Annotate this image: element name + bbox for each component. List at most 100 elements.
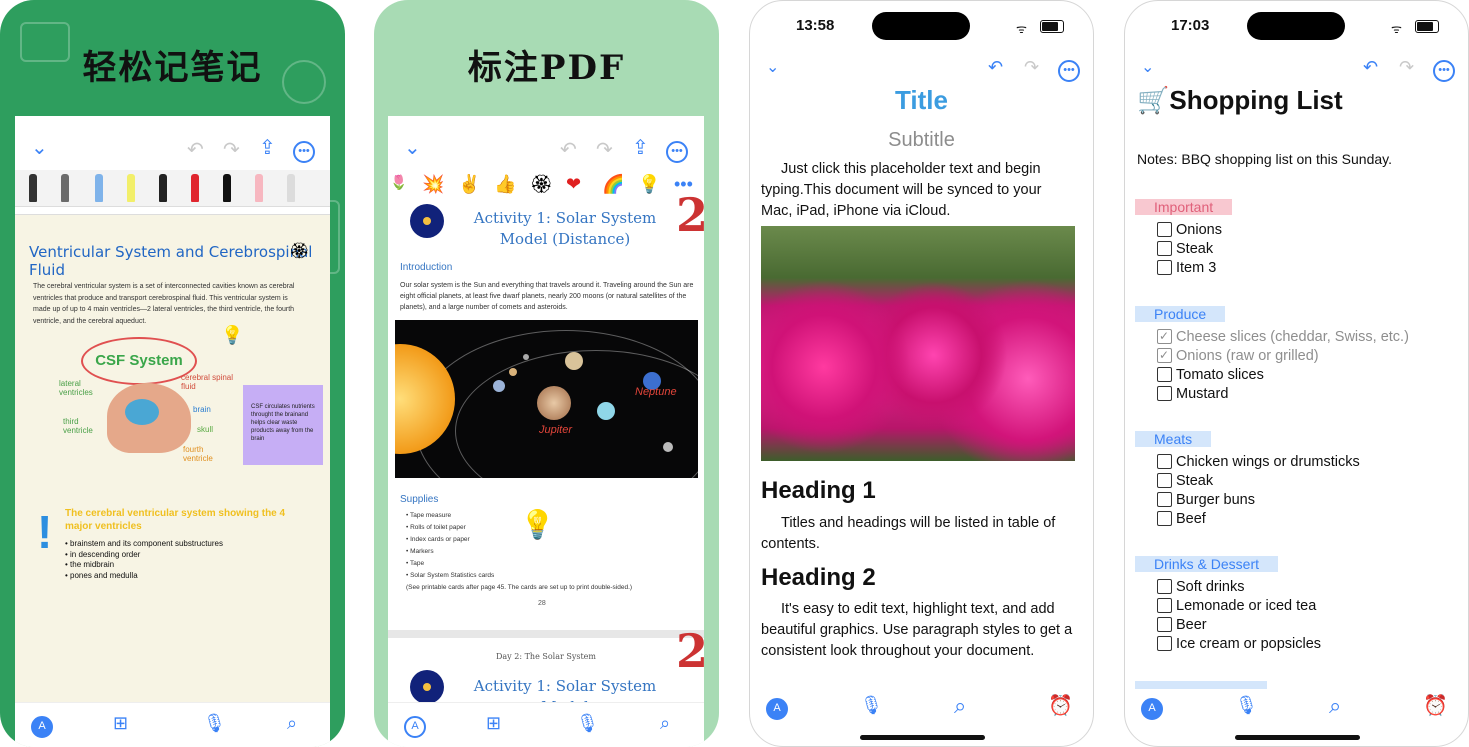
checkbox[interactable]	[1157, 492, 1172, 507]
pen-tool[interactable]	[29, 174, 37, 202]
label-cerebral: cerebral spinal fluid	[181, 373, 234, 391]
bullet-list: • brainstem and its component substructu…	[65, 539, 245, 581]
compass-icon[interactable]: A	[766, 695, 788, 720]
checkbox[interactable]	[1157, 222, 1172, 237]
checkbox[interactable]	[1157, 579, 1172, 594]
checkbox[interactable]	[1157, 367, 1172, 382]
dynamic-island	[872, 12, 970, 40]
marker-tool[interactable]	[159, 174, 167, 202]
label-third: third ventricle	[63, 417, 93, 435]
body-paragraph[interactable]: Just click this placeholder text and beg…	[761, 159, 1075, 222]
new-note-icon[interactable]: ⊞	[113, 713, 128, 734]
mic-icon[interactable]: 🎙	[203, 713, 226, 734]
sticker-icon[interactable]: 💡	[638, 174, 660, 195]
mic-icon[interactable]: 🎙	[860, 695, 883, 716]
new-note-icon[interactable]: ⊞	[486, 713, 501, 734]
share-icon[interactable]: ⇪	[259, 138, 276, 158]
chevron-down-icon[interactable]: ⌄	[766, 57, 779, 77]
redo-icon[interactable]: ↷	[596, 140, 613, 160]
undo-icon[interactable]: ↶	[988, 57, 1003, 78]
checkbox[interactable]	[1157, 636, 1172, 651]
section-tag-produce[interactable]: Produce	[1135, 306, 1226, 322]
list-title[interactable]: 🛒Shopping List	[1137, 85, 1343, 116]
more-icon[interactable]: •••	[1433, 57, 1455, 82]
status-time: 13:58	[796, 17, 835, 34]
sticker-icon[interactable]: 🌷	[390, 174, 407, 191]
lightbulb-icon: 💡	[520, 509, 555, 540]
list-item: • brainstem and its component substructu…	[65, 539, 223, 548]
search-icon[interactable]: ⌕	[287, 713, 297, 734]
heading-2[interactable]: Heading 2	[761, 564, 876, 592]
alarm-icon[interactable]: ⏰	[1423, 693, 1448, 718]
page-separator	[388, 630, 704, 638]
share-icon[interactable]: ⇪	[632, 138, 649, 158]
section-tag-meats[interactable]: Meats	[1135, 431, 1212, 447]
list-item: • Solar System Statistics cards	[406, 572, 495, 579]
undo-icon[interactable]: ↶	[1363, 57, 1378, 78]
body-paragraph[interactable]: Titles and headings will be listed in ta…	[761, 513, 1075, 555]
note-page[interactable]: Ventricular System and Cerebrospinal Flu…	[15, 214, 330, 747]
checkbox[interactable]	[1157, 473, 1172, 488]
redo-icon[interactable]: ↷	[1399, 57, 1414, 78]
note-paragraph: The cerebral ventricular system is a set…	[33, 283, 295, 325]
checkbox[interactable]	[1157, 386, 1172, 401]
search-icon[interactable]: ⌕	[660, 713, 670, 734]
highlighter-tool[interactable]	[127, 174, 135, 202]
redo-icon[interactable]: ↷	[223, 140, 240, 160]
chevron-down-icon[interactable]: ⌄	[1141, 57, 1154, 77]
body-paragraph[interactable]: It's easy to edit text, highlight text, …	[761, 599, 1075, 662]
mic-icon[interactable]: 🎙	[576, 713, 599, 734]
sticker-icon[interactable]: ✌	[458, 174, 480, 195]
bottom-toolbar: A ⊞ 🎙 ⌕	[388, 702, 704, 747]
list-notes[interactable]: Notes: BBQ shopping list on this Sunday.	[1137, 151, 1392, 167]
heading-1[interactable]: Heading 1	[761, 477, 876, 505]
search-icon[interactable]: ⌕	[1329, 693, 1341, 719]
search-icon[interactable]: ⌕	[954, 693, 966, 719]
more-icon[interactable]: •••	[1058, 57, 1080, 82]
more-icon[interactable]: •••	[666, 138, 688, 163]
section-tag-drinks[interactable]: Drinks & Dessert	[1135, 556, 1279, 572]
checkbox[interactable]	[1157, 454, 1172, 469]
sticker-icon[interactable]: 🌈	[602, 174, 624, 195]
checkbox-checked[interactable]	[1157, 346, 1172, 364]
redo-icon[interactable]: ↷	[1024, 57, 1039, 78]
wifi-icon: ᯤ	[1391, 22, 1402, 36]
label-skull: skull	[197, 425, 214, 434]
fountain-pen-tool[interactable]	[61, 174, 69, 202]
sticker-icon[interactable]: ❤	[566, 174, 581, 195]
section-tag-important[interactable]: Important	[1135, 199, 1233, 215]
undo-icon[interactable]: ↶	[187, 140, 204, 160]
checkbox[interactable]	[1157, 598, 1172, 613]
sticker-tray: 🌷 💥 ✌ 👍 🏵 ❤ 🌈 💡 •••	[388, 170, 704, 202]
checkbox-checked[interactable]	[1157, 327, 1172, 345]
sticker-icon[interactable]: 👍	[494, 174, 516, 195]
sticker-icon[interactable]: 🏵	[530, 174, 553, 195]
doc-title[interactable]: Title	[750, 85, 1093, 116]
compass-icon[interactable]: A	[1141, 695, 1163, 720]
pen-tool[interactable]	[95, 174, 103, 202]
sticker-icon[interactable]: 💥	[422, 174, 444, 195]
alarm-icon[interactable]: ⏰	[1048, 693, 1073, 718]
chevron-down-icon[interactable]: ⌄	[404, 138, 421, 158]
checkbox[interactable]	[1157, 617, 1172, 632]
checkbox[interactable]	[1157, 260, 1172, 275]
mic-icon[interactable]: 🎙	[1235, 695, 1258, 716]
marker-tool[interactable]	[191, 174, 199, 202]
more-icon[interactable]: •••	[293, 138, 315, 163]
sticky-note[interactable]: CSF circulates nutrients throught the br…	[243, 385, 323, 465]
pencil-tool[interactable]	[223, 174, 231, 202]
doc-subtitle[interactable]: Subtitle	[750, 129, 1093, 152]
solar-logo	[410, 204, 444, 238]
promo-banner: 标注PDF	[467, 48, 626, 88]
undo-icon[interactable]: ↶	[560, 140, 577, 160]
pencil-tool[interactable]	[287, 174, 295, 202]
compass-icon[interactable]: A	[31, 713, 53, 738]
checkbox[interactable]	[1157, 241, 1172, 256]
compass-icon[interactable]: A	[404, 713, 426, 738]
flowers-photo[interactable]	[761, 226, 1075, 461]
home-indicator	[860, 735, 985, 740]
checkbox[interactable]	[1157, 511, 1172, 526]
phone-shopping-list: 17:03 ᯤ ⌄ ↶ ↷ ••• 🛒Shopping List Notes: …	[1124, 0, 1469, 747]
chevron-down-icon[interactable]: ⌄	[31, 138, 48, 158]
eraser-tool[interactable]	[255, 174, 263, 202]
